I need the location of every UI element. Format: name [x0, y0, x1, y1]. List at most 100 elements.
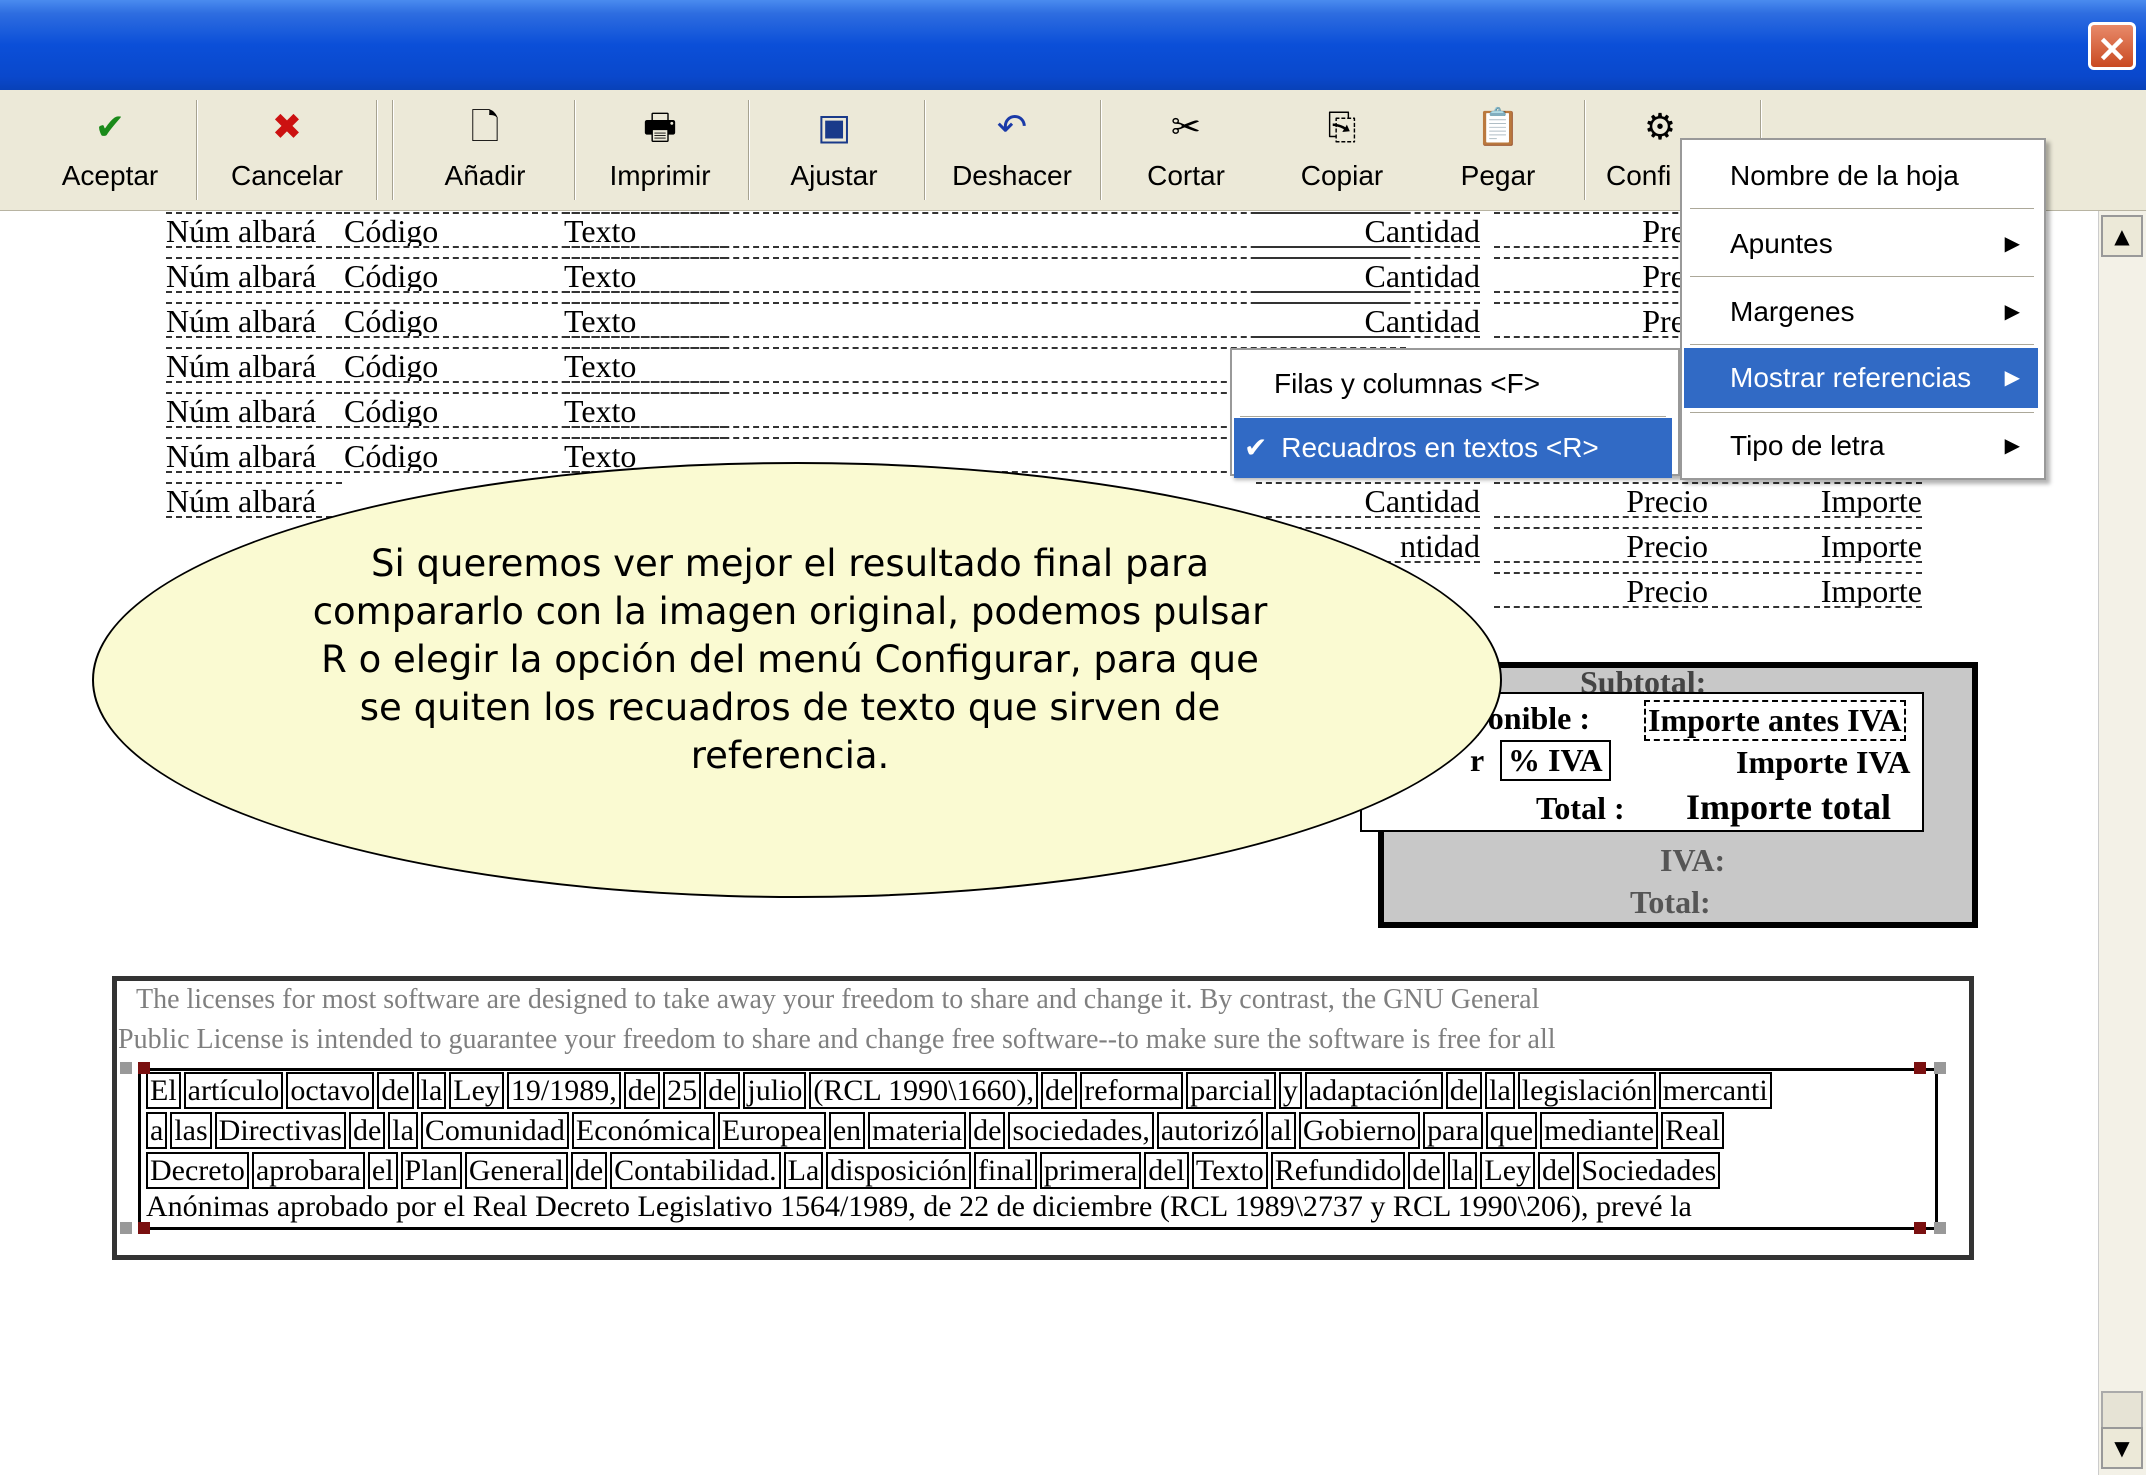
scroll-up-button[interactable]: ▲ [2101, 215, 2143, 257]
word-box: la [1485, 1072, 1515, 1109]
word-box: mercanti [1658, 1072, 1772, 1109]
paste-label: Pegar [1460, 160, 1536, 191]
word-box: Ley [449, 1072, 504, 1109]
word-box: La [783, 1152, 824, 1189]
word-box: General [464, 1152, 568, 1189]
print-button[interactable]: 🖶 Imprimir [590, 96, 730, 204]
menu-item-text-boxes[interactable]: ✔ Recuadros en textos <R> [1234, 418, 1672, 478]
app-window: × ✔ Aceptar ✖ Cancelar 🗋 Añadir 🖶 Imprim… [0, 0, 2146, 1475]
toolbar-separator [924, 100, 926, 200]
check-icon: ✔ [1244, 432, 1268, 463]
word-box: a [146, 1112, 168, 1149]
copy-label: Copiar [1300, 160, 1384, 191]
word-box: parcial [1186, 1072, 1276, 1109]
word-box: Decreto [146, 1152, 249, 1189]
undo-icon: ↶ [996, 107, 1028, 148]
toolbar-separator [748, 100, 750, 200]
accept-button[interactable]: ✔ Aceptar [40, 96, 180, 204]
resize-handle[interactable] [138, 1062, 150, 1074]
resize-handle[interactable] [138, 1222, 150, 1234]
menu-separator [1690, 208, 2034, 209]
menu-separator [1690, 344, 2034, 345]
word-box: 19/1989, [506, 1072, 621, 1109]
word-box: 25 [663, 1072, 702, 1109]
table-cell: Preci [1494, 212, 1708, 248]
table-cell: Núm albará [166, 347, 342, 383]
table-cell: Precio [1494, 572, 1708, 608]
iva-label: IVA: [1660, 842, 1726, 878]
table-cell: Precio [1494, 527, 1708, 563]
resize-handle[interactable] [1914, 1062, 1926, 1074]
table-cell: Importe [1712, 572, 1922, 608]
word-box: de [1040, 1072, 1078, 1109]
printer-icon: 🖶 [643, 107, 677, 148]
config-menu: Nombre de la hoja Apuntes ▶ Margenes ▶ M… [1680, 138, 2046, 480]
table-cell: Cantidad [1256, 482, 1480, 518]
menu-item-rows-columns[interactable]: Filas y columnas <F> [1234, 354, 1672, 414]
base-value: Importe antes IVA [1644, 700, 1906, 741]
word-box: octavo [286, 1072, 375, 1109]
resize-handle[interactable] [1914, 1222, 1926, 1234]
monitor-icon: ▣ [816, 107, 851, 148]
text-line: Decreto aprobara el Plan General de Contabilid… [146, 1152, 1723, 1189]
pct-label: % IVA [1500, 740, 1611, 781]
word-box: la [388, 1112, 418, 1149]
text-line: a las Directivas de la Comunidad Económica Euro… [146, 1112, 1727, 1149]
menu-item-label: Nombre de la hoja [1730, 160, 1959, 191]
cut-label: Cortar [1147, 160, 1225, 191]
close-button[interactable]: × [2088, 22, 2136, 70]
cancel-button[interactable]: ✖ Cancelar [212, 96, 362, 204]
title-bar[interactable]: × [0, 0, 2146, 90]
scroll-down-button[interactable]: ▼ [2101, 1427, 2143, 1469]
text-line: El artículo octavo de la Ley 19/1989, de 25 de jul… [146, 1072, 1775, 1109]
scroll-thumb[interactable] [2101, 1391, 2143, 1431]
word-box: materia [868, 1112, 967, 1149]
iva-value: Importe IVA [1736, 744, 1911, 780]
paste-button[interactable]: 📋 Pegar [1428, 96, 1568, 204]
table-cell: Cantidad [1256, 212, 1480, 248]
toolbar-separator [1584, 100, 1586, 200]
menu-item-label: Apuntes [1730, 228, 1833, 259]
add-button[interactable]: 🗋 Añadir [410, 96, 560, 204]
copy-button[interactable]: ⎘ Copiar [1272, 96, 1412, 204]
resize-handle[interactable] [1934, 1062, 1946, 1074]
submenu-arrow-icon: ▶ [2004, 367, 2020, 389]
undo-button[interactable]: ↶ Deshacer [940, 96, 1084, 204]
vertical-scrollbar[interactable]: ▲ ▼ [2098, 211, 2146, 1475]
word-box: final [973, 1152, 1037, 1189]
word-box: la [1447, 1152, 1478, 1189]
word-box: Sociedades [1577, 1152, 1721, 1189]
word-box: de [1538, 1152, 1575, 1189]
resize-handle[interactable] [1934, 1222, 1946, 1234]
word-box: Comunidad [420, 1112, 569, 1149]
menu-item-entries[interactable]: Apuntes ▶ [1684, 214, 2038, 274]
menu-item-show-references[interactable]: Mostrar referencias ▶ [1684, 348, 2038, 408]
menu-item-font[interactable]: Tipo de letra ▶ [1684, 416, 2038, 476]
word-box: Europea [717, 1112, 826, 1149]
word-box: Económica [571, 1112, 715, 1149]
fit-label: Ajustar [790, 160, 878, 191]
menu-item-margins[interactable]: Margenes ▶ [1684, 282, 2038, 342]
word-box: Texto [1191, 1152, 1268, 1189]
word-box: sociedades, [1008, 1112, 1154, 1149]
table-cell: Importe [1712, 527, 1922, 563]
word-box: de [969, 1112, 1006, 1149]
table-cell: Importe [1712, 482, 1922, 518]
print-label: Imprimir [609, 160, 711, 191]
word-box: Refundido [1270, 1152, 1406, 1189]
table-cell: Núm albará [166, 392, 342, 428]
word-box: de [704, 1072, 741, 1109]
menu-item-sheet-name[interactable]: Nombre de la hoja [1684, 146, 2038, 206]
resize-handle[interactable] [120, 1222, 132, 1234]
resize-handle[interactable] [120, 1062, 132, 1074]
word-box: Ley [1480, 1152, 1536, 1189]
fit-button[interactable]: ▣ Ajustar [764, 96, 904, 204]
submenu-arrow-icon: ▶ [2004, 233, 2020, 255]
table-cell: Cantidad [1256, 257, 1480, 293]
word-box: de [623, 1072, 661, 1109]
word-box: Gobierno [1298, 1112, 1421, 1149]
x-icon: ✖ [271, 107, 303, 148]
cut-button[interactable]: ✂ Cortar [1116, 96, 1256, 204]
word-box: (RCL 1990\1660), [809, 1072, 1038, 1109]
word-box: y [1278, 1072, 1302, 1109]
